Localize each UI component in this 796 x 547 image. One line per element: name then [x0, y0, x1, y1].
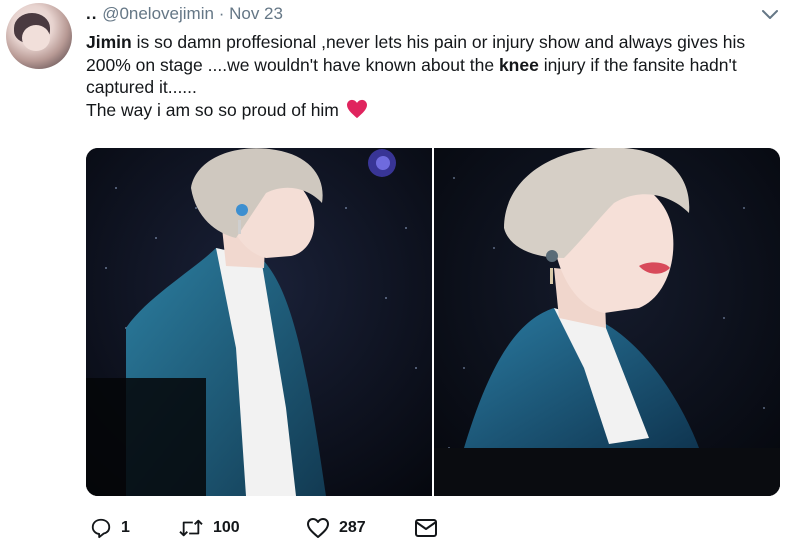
- chevron-down-icon[interactable]: [760, 8, 780, 22]
- header-separator: ·: [218, 4, 225, 23]
- envelope-icon: [415, 519, 437, 537]
- retweet-icon: [179, 519, 203, 537]
- tweet-actions: 1 100 287: [90, 515, 438, 541]
- tweet-date[interactable]: Nov 23: [229, 4, 283, 23]
- red-heart-emoji: [346, 99, 367, 118]
- media-grid[interactable]: [86, 148, 780, 496]
- like-button[interactable]: 287: [306, 517, 414, 539]
- display-name[interactable]: ..: [86, 4, 97, 23]
- reply-icon: [91, 518, 111, 539]
- heart-icon: [307, 518, 329, 538]
- tweet-text-bold-knee: knee: [498, 54, 539, 75]
- user-handle[interactable]: @0nelovejimin: [102, 4, 214, 23]
- tweet-card[interactable]: .. @0nelovejimin · Nov 23 Jimin is so da…: [0, 0, 796, 547]
- photo-left[interactable]: [86, 148, 432, 496]
- tweet-text-bold-name: Jimin: [86, 32, 132, 52]
- photo-right[interactable]: [434, 148, 780, 496]
- retweet-button[interactable]: 100: [178, 517, 306, 539]
- avatar[interactable]: [6, 3, 72, 69]
- retweet-count: 100: [213, 519, 240, 536]
- tweet-text: Jimin is so damn proffesional ,never let…: [86, 31, 786, 121]
- reply-button[interactable]: 1: [90, 517, 178, 539]
- photo-left-image: [86, 148, 432, 496]
- tweet-header: .. @0nelovejimin · Nov 23: [86, 4, 283, 24]
- dm-button[interactable]: [414, 518, 438, 538]
- tweet-text-line2: The way i am so so proud of him: [86, 99, 339, 120]
- like-count: 287: [339, 519, 366, 536]
- reply-count: 1: [121, 519, 130, 536]
- avatar-face: [22, 25, 50, 51]
- photo-right-image: [434, 148, 780, 496]
